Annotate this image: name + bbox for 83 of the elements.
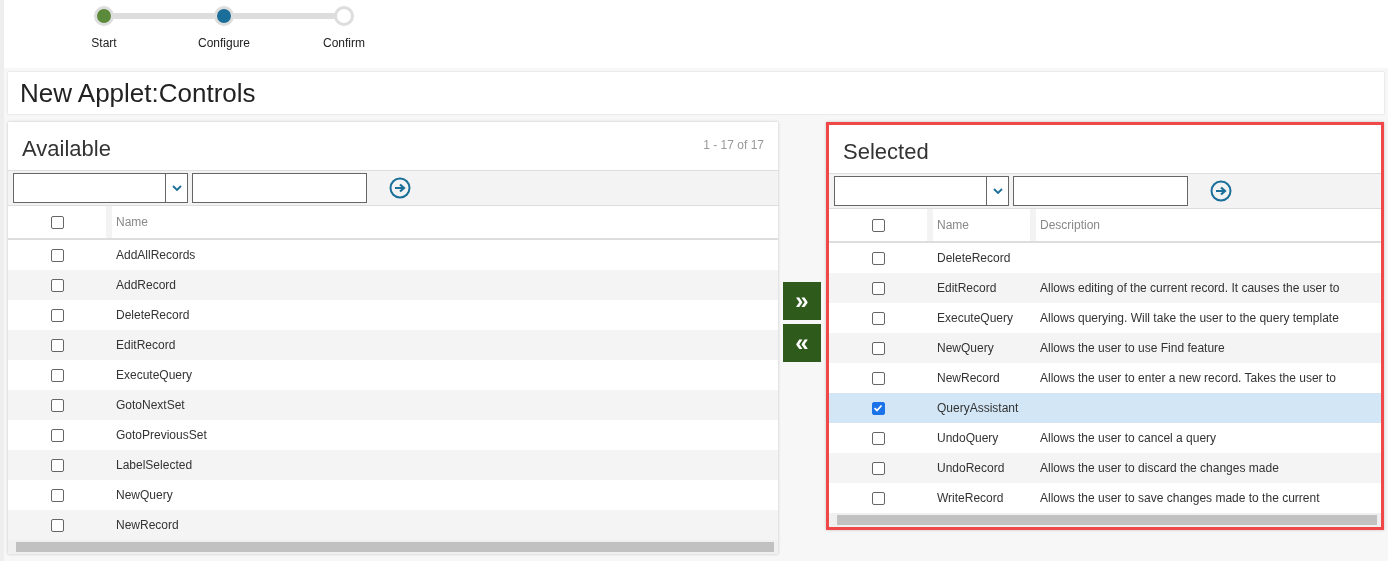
horizontal-scrollbar[interactable]	[8, 540, 778, 554]
name-cell: NewQuery	[937, 341, 994, 355]
table-row[interactable]: ExecuteQuery Allows querying. Will take the user to the query template	[829, 303, 1381, 333]
name-cell: NewRecord	[116, 518, 179, 532]
table-row[interactable]: ExecuteQuery	[8, 360, 778, 390]
table-row[interactable]: WriteRecord Allows the user to save changes made to the current	[829, 483, 1381, 513]
name-cell: WriteRecord	[937, 491, 1004, 505]
step-label: Confirm	[323, 35, 365, 52]
checkbox[interactable]	[871, 311, 885, 325]
record-count: 1 - 17 of 17	[703, 137, 764, 154]
table-row[interactable]: UndoRecord Allows the user to discard the changes made	[829, 453, 1381, 483]
field-dropdown[interactable]	[13, 173, 188, 203]
checkbox[interactable]	[871, 461, 885, 475]
checkbox[interactable]	[50, 308, 64, 322]
table-row[interactable]: GotoNextSet	[8, 390, 778, 420]
table-row[interactable]: NewQuery Allows the user to use Find feature	[829, 333, 1381, 363]
table-row[interactable]: EditRecord	[8, 330, 778, 360]
description-cell: Allows querying. Will take the user to the query template	[1040, 311, 1339, 325]
table-row[interactable]: DeleteRecord	[829, 243, 1381, 273]
checkbox[interactable]	[871, 251, 885, 265]
name-cell: ExecuteQuery	[116, 368, 193, 382]
checkbox[interactable]	[50, 458, 64, 472]
checkbox[interactable]	[50, 278, 64, 292]
table-row[interactable]: LabelSelected	[8, 450, 778, 480]
checkbox[interactable]	[871, 218, 885, 232]
description-cell: Allows the user to use Find feature	[1040, 341, 1225, 355]
checkbox[interactable]	[871, 341, 885, 355]
name-cell: LabelSelected	[116, 458, 193, 472]
name-cell: AddRecord	[116, 278, 177, 292]
name-cell: UndoRecord	[937, 461, 1005, 475]
checkbox[interactable]	[871, 491, 885, 505]
table-row[interactable]: QueryAssistant	[829, 393, 1381, 423]
name-cell: EditRecord	[937, 281, 997, 295]
step-label: Configure	[198, 35, 250, 52]
description-cell: Allows the user to cancel a query	[1040, 431, 1217, 445]
table-row[interactable]: DeleteRecord	[8, 300, 778, 330]
description-cell: Allows the user to enter a new record. Takes the user to	[1040, 371, 1336, 385]
checkbox[interactable]	[871, 431, 885, 445]
name-cell: GotoPreviousSet	[116, 428, 207, 442]
description-cell: Allows editing of the current record. It causes the user to	[1040, 281, 1340, 295]
table-row[interactable]: AddAllRecords	[8, 240, 778, 270]
step-label: Start	[91, 35, 117, 52]
table-row[interactable]: NewQuery	[8, 480, 778, 510]
name-cell: GotoNextSet	[116, 398, 185, 412]
checkbox[interactable]	[871, 371, 885, 385]
checkbox[interactable]	[50, 398, 64, 412]
checkbox[interactable]	[50, 338, 64, 352]
checkbox[interactable]	[50, 368, 64, 382]
name-cell: DeleteRecord	[116, 308, 190, 322]
name-cell: UndoQuery	[937, 431, 999, 445]
field-dropdown[interactable]	[834, 176, 1009, 206]
name-cell: EditRecord	[116, 338, 176, 352]
checkbox[interactable]	[50, 428, 64, 442]
horizontal-scrollbar[interactable]	[829, 513, 1381, 527]
table-row[interactable]: AddRecord	[8, 270, 778, 300]
checkbox[interactable]	[871, 401, 885, 415]
move-button[interactable]: «	[783, 323, 821, 362]
panel-title: Selected	[843, 138, 929, 166]
checkbox[interactable]	[50, 518, 64, 532]
search-field[interactable]	[1013, 176, 1188, 206]
table-row[interactable]: NewRecord	[8, 510, 778, 540]
checkbox[interactable]	[871, 281, 885, 295]
panel-title: Available	[22, 135, 111, 163]
name-cell: QueryAssistant	[937, 401, 1019, 415]
table-row[interactable]: GotoPreviousSet	[8, 420, 778, 450]
table-row[interactable]: NewRecord Allows the user to enter a new record. Takes the user to	[829, 363, 1381, 393]
page-title: New Applet:Controls	[20, 76, 256, 110]
checkbox[interactable]	[50, 488, 64, 502]
chevron-down-icon	[992, 188, 1003, 194]
table-row[interactable]: UndoQuery Allows the user to cancel a query	[829, 423, 1381, 453]
checkbox[interactable]	[50, 248, 64, 262]
name-cell: ExecuteQuery	[937, 311, 1014, 325]
chevron-down-icon	[171, 185, 182, 191]
move-button[interactable]: »	[783, 281, 821, 320]
table-row[interactable]: EditRecord Allows editing of the current record. It causes the user to	[829, 273, 1381, 303]
description-cell: Allows the user to discard the changes made	[1040, 461, 1279, 475]
name-cell: AddAllRecords	[116, 248, 196, 262]
description-cell: Allows the user to save changes made to the current	[1040, 491, 1320, 505]
name-cell: NewQuery	[116, 488, 173, 502]
name-cell: NewRecord	[937, 371, 1000, 385]
name-cell: DeleteRecord	[937, 251, 1011, 265]
checkbox[interactable]	[50, 215, 64, 229]
search-field[interactable]	[192, 173, 367, 203]
